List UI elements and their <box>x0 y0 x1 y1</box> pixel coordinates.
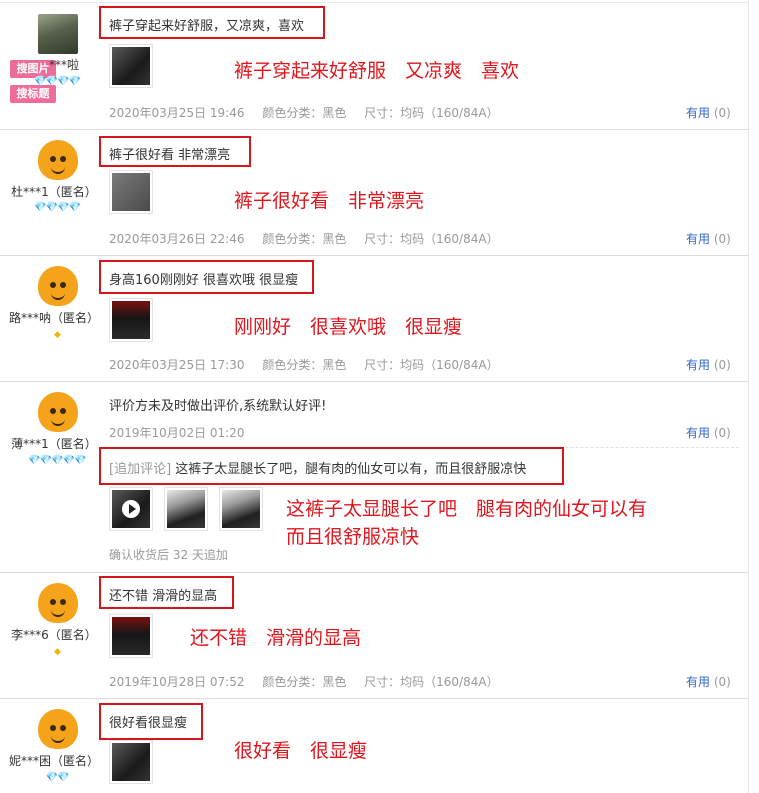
review-content: 裤子穿起来好舒服，又凉爽，喜欢 <box>109 19 305 34</box>
useful-label: 有用 <box>686 675 711 689</box>
reviewer-level-icon: ◆ <box>54 647 61 657</box>
reviewer-nick: ***啦 <box>48 58 79 72</box>
reviewer-nick: 杜***1（匿名） <box>11 185 97 199</box>
annotation-note: 刚刚好 很喜欢哦 很显瘦 <box>234 316 463 338</box>
reviewer-level-icon: 💎💎 <box>45 772 70 783</box>
append-review: [追加评论] 这裤子太显腿长了吧，腿有肉的仙女可以有，而且很舒服凉快 <box>109 458 526 477</box>
color-variant: 颜色分类：黑色 <box>262 106 347 120</box>
right-edge <box>748 0 749 793</box>
play-icon <box>122 500 140 518</box>
review-divider <box>0 381 748 382</box>
review-date: 2020年03月25日 17:30 <box>109 358 245 372</box>
avatar <box>38 266 78 306</box>
review-divider <box>0 255 748 256</box>
useful-label: 有用 <box>686 106 711 120</box>
review-photo-thumb[interactable] <box>109 298 153 342</box>
reviewer-nick: 李***6（匿名） <box>11 628 97 642</box>
review-content: 还不错 滑滑的显高 <box>109 589 218 604</box>
color-variant: 颜色分类：黑色 <box>262 358 347 372</box>
review-divider <box>0 129 748 130</box>
annotation-note: 很好看 很显瘦 <box>234 740 368 762</box>
useful-count: (0) <box>713 232 731 246</box>
append-footer: 确认收货后 32 天追加 <box>109 548 228 562</box>
useful-count: (0) <box>713 675 731 689</box>
review-date: 2020年03月25日 19:46 <box>109 106 245 120</box>
review-date: 2020年03月26日 22:46 <box>109 232 245 246</box>
useful-label: 有用 <box>686 358 711 372</box>
reviewer-level-icon: 💎💎💎💎 <box>34 76 81 87</box>
review-date: 2019年10月02日 01:20 <box>109 426 245 440</box>
append-content: 这裤子太显腿长了吧，腿有肉的仙女可以有，而且很舒服凉快 <box>175 462 527 477</box>
annotation-note: 裤子很好看 非常漂亮 <box>234 190 425 212</box>
avatar <box>38 14 78 54</box>
useful-button[interactable]: 有用 (0) <box>686 424 731 441</box>
review-content: 裤子很好看 非常漂亮 <box>109 148 231 163</box>
reviewer-nick: 妮***困（匿名） <box>8 754 99 768</box>
annotation-note: 而且很舒服凉快 <box>286 526 420 548</box>
reviewer-level-icon: ◆ <box>54 330 61 340</box>
review-date: 2019年10月28日 07:52 <box>109 675 245 689</box>
size-variant: 尺寸：均码（160/84A） <box>364 675 499 689</box>
reviewer-nick: 路***呐（匿名） <box>8 311 99 325</box>
reviewer-nick: 薄***1（匿名） <box>11 437 97 451</box>
color-variant: 颜色分类：黑色 <box>262 675 347 689</box>
avatar <box>38 709 78 749</box>
avatar <box>38 583 78 623</box>
size-variant: 尺寸：均码（160/84A） <box>364 232 499 246</box>
useful-button[interactable]: 有用 (0) <box>686 104 731 121</box>
review-photo-thumb[interactable] <box>109 614 153 658</box>
append-label: [追加评论] <box>109 462 172 477</box>
avatar <box>38 140 78 180</box>
review-content: 很好看很显瘦 <box>109 716 188 731</box>
reviewer-level-icon: 💎💎💎💎 <box>34 202 81 213</box>
useful-button[interactable]: 有用 (0) <box>686 356 731 373</box>
review-meta: 2019年10月28日 07:52 颜色分类：黑色 尺寸：均码（160/84A） <box>109 673 513 690</box>
annotation-note: 这裤子太显腿长了吧 腿有肉的仙女可以有 <box>286 498 648 520</box>
useful-count: (0) <box>713 358 731 372</box>
review-meta: 2020年03月25日 17:30 颜色分类：黑色 尺寸：均码（160/84A） <box>109 356 513 373</box>
size-variant: 尺寸：均码（160/84A） <box>364 358 499 372</box>
review-meta: 2020年03月25日 19:46 颜色分类：黑色 尺寸：均码（160/84A） <box>109 104 513 121</box>
review-divider <box>0 572 748 573</box>
annotation-note: 裤子穿起来好舒服 又凉爽 喜欢 <box>234 60 520 82</box>
review-content: 评价方未及时做出评价,系统默认好评! <box>109 399 327 414</box>
review-photo-thumb[interactable] <box>219 487 263 531</box>
review-photo-thumb[interactable] <box>109 170 153 214</box>
review-divider <box>0 698 748 699</box>
useful-count: (0) <box>713 426 731 440</box>
useful-count: (0) <box>713 106 731 120</box>
review-photo-thumb[interactable] <box>109 740 153 784</box>
annotation-note: 还不错 滑滑的显高 <box>190 627 362 649</box>
review-photo-thumb[interactable] <box>164 487 208 531</box>
size-variant: 尺寸：均码（160/84A） <box>364 106 499 120</box>
review-content: 身高160刚刚好 很喜欢哦 很显瘦 <box>109 273 299 288</box>
review-photo-thumb[interactable] <box>109 44 153 88</box>
useful-label: 有用 <box>686 232 711 246</box>
useful-button[interactable]: 有用 (0) <box>686 673 731 690</box>
avatar <box>38 392 78 432</box>
useful-label: 有用 <box>686 426 711 440</box>
top-border <box>0 2 748 3</box>
review-video-thumb[interactable] <box>109 487 153 531</box>
useful-button[interactable]: 有用 (0) <box>686 230 731 247</box>
review-meta: 2020年03月26日 22:46 颜色分类：黑色 尺寸：均码（160/84A） <box>109 230 513 247</box>
color-variant: 颜色分类：黑色 <box>262 232 347 246</box>
reviewer-level-icon: 💎💎💎💎💎 <box>28 455 86 466</box>
